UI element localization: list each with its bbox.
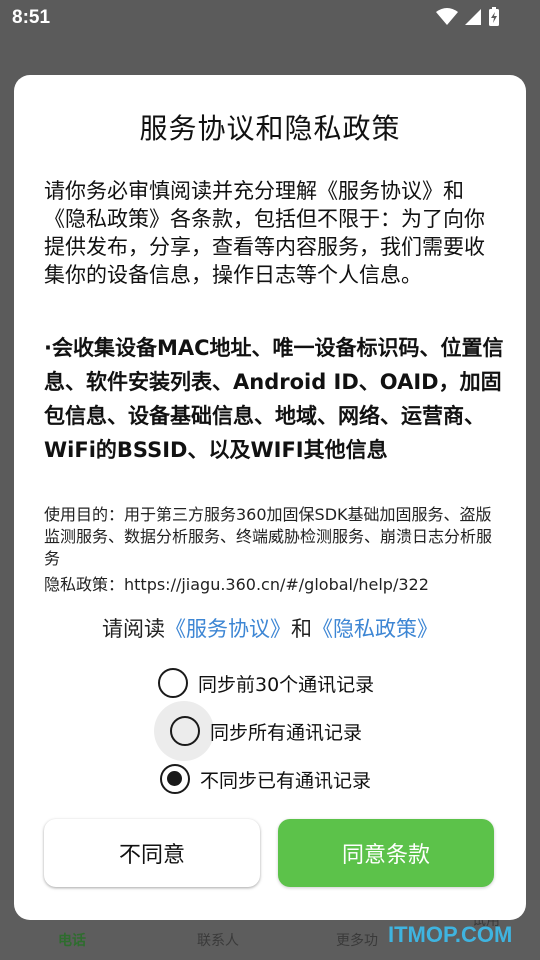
sync-option-none[interactable]: 不同步已有通讯记录 — [160, 764, 371, 794]
sync-option-all[interactable]: 同步所有通讯记录 — [170, 716, 362, 746]
disagree-button[interactable]: 不同意 — [44, 819, 260, 887]
status-time: 8:51 — [12, 7, 51, 28]
radio-button[interactable] — [170, 716, 200, 746]
status-icons — [436, 7, 500, 27]
watermark: ITMOP.COM — [388, 922, 513, 947]
radio-label: 同步所有通讯记录 — [210, 721, 363, 744]
privacy-dialog: 服务协议和隐私政策 请你务必审慎阅读并充分理解《服务协议》和《隐私政策》各条款，… — [14, 75, 526, 920]
read-agreement-line: 请阅读《服务协议》和《隐私政策》 — [14, 613, 526, 643]
collection-notice: ·会收集设备MAC地址、唯一设备标识码、位置信息、软件安装列表、Android … — [44, 336, 504, 462]
read-prefix: 请阅读 — [102, 617, 165, 641]
nav-item-contacts[interactable]: 联系人 — [197, 930, 239, 950]
wifi-icon — [436, 8, 458, 25]
battery-charging-icon — [489, 7, 499, 26]
radio-label: 不同步已有通讯记录 — [200, 769, 372, 792]
nav-item-phone[interactable]: 电话 — [58, 930, 86, 950]
and-text: 和 — [291, 617, 312, 641]
radio-button[interactable] — [158, 668, 188, 698]
sync-option-first-30[interactable]: 同步前30个通讯记录 — [158, 668, 374, 698]
dialog-title: 服务协议和隐私政策 — [139, 112, 401, 145]
signal-icon — [465, 9, 481, 25]
agree-button[interactable]: 同意条款 — [278, 819, 494, 887]
radio-button-selected[interactable] — [160, 764, 190, 794]
nav-item-more[interactable]: 更多功 — [336, 930, 378, 950]
intro-text: 请你务必审慎阅读并充分理解《服务协议》和《隐私政策》各条款，包括但不限于：为了向… — [44, 179, 485, 287]
purpose-text: 使用目的：用于第三方服务360加固保SDK基础加固服务、盗版监测服务、数据分析服… — [44, 505, 493, 568]
service-agreement-link[interactable]: 《服务协议》 — [165, 617, 291, 641]
status-bar: 8:51 — [0, 0, 540, 36]
radio-label: 同步前30个通讯记录 — [198, 673, 375, 696]
privacy-policy-link[interactable]: 《隐私政策》 — [312, 617, 438, 641]
privacy-url-text: 隐私政策：https://jiagu.360.cn/#/global/help/… — [44, 575, 429, 594]
